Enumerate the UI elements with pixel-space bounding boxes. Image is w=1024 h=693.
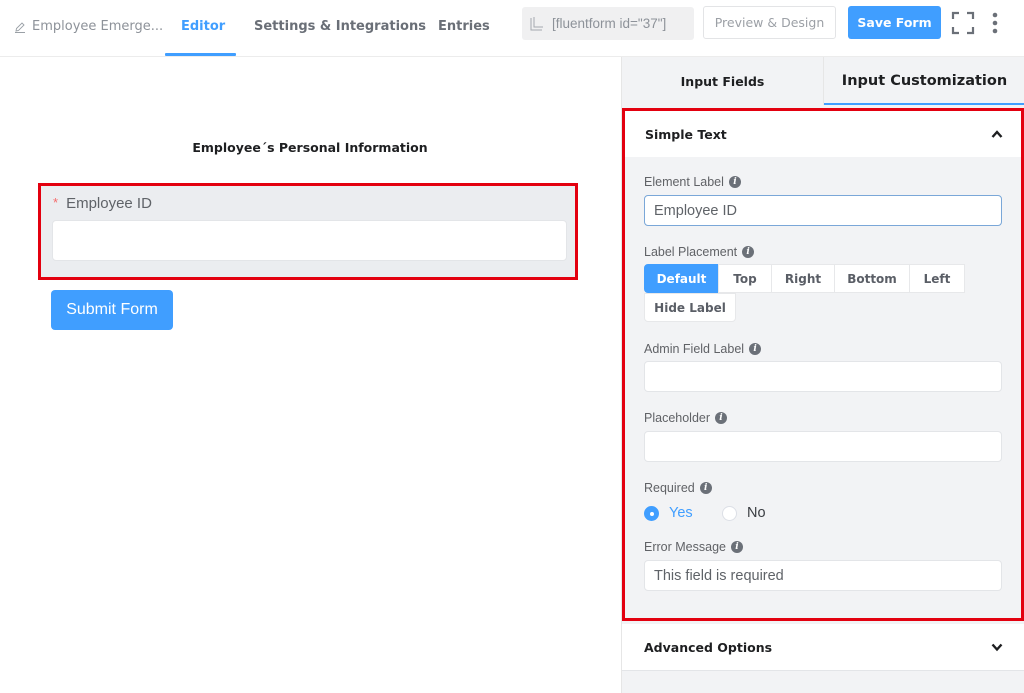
error-message-input[interactable]: This field is required bbox=[644, 560, 1002, 591]
error-message-label: Error Message i bbox=[644, 540, 743, 554]
required-text: Required bbox=[644, 481, 695, 495]
error-message-text: Error Message bbox=[644, 540, 726, 554]
radio-unchecked-icon bbox=[722, 505, 737, 521]
section-title: Simple Text bbox=[645, 126, 727, 142]
form-name: Employee Emerge... bbox=[32, 19, 164, 34]
field-label-text: Employee ID bbox=[66, 195, 152, 212]
form-name-breadcrumb[interactable]: Employee Emerge... bbox=[14, 19, 163, 34]
selected-field-employee-id[interactable]: * Employee ID bbox=[38, 183, 578, 280]
tab-input-fields[interactable]: Input Fields bbox=[622, 57, 823, 105]
fullscreen-icon[interactable] bbox=[951, 11, 975, 35]
placement-option-default[interactable]: Default bbox=[644, 264, 719, 293]
tab-input-customization[interactable]: Input Customization bbox=[823, 57, 1024, 105]
preview-design-button[interactable]: Preview & Design bbox=[703, 6, 836, 39]
more-options-icon[interactable] bbox=[990, 11, 1000, 35]
pencil-icon bbox=[15, 21, 25, 33]
employee-id-input[interactable] bbox=[52, 220, 567, 261]
simple-text-header[interactable]: Simple Text bbox=[625, 111, 1021, 157]
info-icon[interactable]: i bbox=[742, 246, 755, 258]
chevron-up-icon bbox=[991, 130, 1003, 138]
required-no-radio[interactable]: No bbox=[722, 505, 766, 521]
placement-option-top[interactable]: Top bbox=[718, 264, 772, 293]
form-canvas: Employee´s Personal Information * Employ… bbox=[0, 57, 621, 693]
field-label: * Employee ID bbox=[53, 195, 152, 212]
radio-checked-icon bbox=[644, 505, 659, 521]
shortcode-copy[interactable]: [fluentform id="37"] bbox=[522, 7, 694, 40]
required-label: Required i bbox=[644, 481, 712, 495]
required-asterisk: * bbox=[53, 195, 59, 210]
label-placement-label: Label Placement i bbox=[644, 245, 755, 259]
shortcode-text: [fluentform id="37"] bbox=[552, 16, 667, 31]
advanced-options-title: Advanced Options bbox=[644, 639, 773, 655]
element-label-text: Element Label bbox=[644, 175, 724, 189]
radio-no-label: No bbox=[747, 505, 766, 521]
active-tab-indicator bbox=[165, 53, 236, 56]
advanced-options-header[interactable]: Advanced Options bbox=[622, 624, 1024, 671]
info-icon[interactable]: i bbox=[728, 176, 741, 188]
placeholder-label: Placeholder i bbox=[644, 411, 728, 425]
info-icon[interactable]: i bbox=[749, 343, 762, 355]
submit-form-button[interactable]: Submit Form bbox=[51, 290, 173, 330]
chevron-down-icon bbox=[991, 643, 1003, 652]
admin-field-label-text: Admin Field Label bbox=[644, 342, 745, 356]
required-yes-radio[interactable]: Yes bbox=[644, 505, 693, 521]
admin-field-label-input[interactable] bbox=[644, 361, 1002, 392]
top-bar: Employee Emerge... Editor Settings & Int… bbox=[0, 0, 1024, 57]
placement-option-left[interactable]: Left bbox=[909, 264, 965, 293]
element-label-label: Element Label i bbox=[644, 175, 741, 189]
placeholder-text: Placeholder bbox=[644, 411, 711, 425]
label-placement-text: Label Placement bbox=[644, 245, 738, 259]
placement-option-bottom[interactable]: Bottom bbox=[834, 264, 910, 293]
save-form-button[interactable]: Save Form bbox=[848, 6, 941, 39]
sidebar-tab-indicator bbox=[824, 103, 1024, 105]
admin-field-label-label: Admin Field Label i bbox=[644, 342, 762, 356]
tab-editor[interactable]: Editor bbox=[181, 19, 225, 34]
info-icon[interactable]: i bbox=[730, 541, 743, 553]
radio-yes-label: Yes bbox=[669, 505, 693, 521]
info-icon[interactable]: i bbox=[699, 482, 712, 494]
copy-icon bbox=[530, 16, 543, 30]
element-label-input[interactable]: Employee ID bbox=[644, 195, 1002, 226]
form-section-title: Employee´s Personal Information bbox=[192, 140, 428, 155]
simple-text-settings: Simple Text Element Label i Employee ID … bbox=[622, 108, 1024, 621]
placement-option-right[interactable]: Right bbox=[771, 264, 835, 293]
placeholder-input[interactable] bbox=[644, 431, 1002, 462]
info-icon[interactable]: i bbox=[715, 412, 728, 424]
placement-option-hide-label[interactable]: Hide Label bbox=[644, 293, 736, 322]
settings-sidebar: Input Fields Input Customization Simple … bbox=[621, 57, 1024, 693]
tab-settings-integrations[interactable]: Settings & Integrations bbox=[254, 19, 426, 34]
tab-entries[interactable]: Entries bbox=[438, 19, 490, 34]
